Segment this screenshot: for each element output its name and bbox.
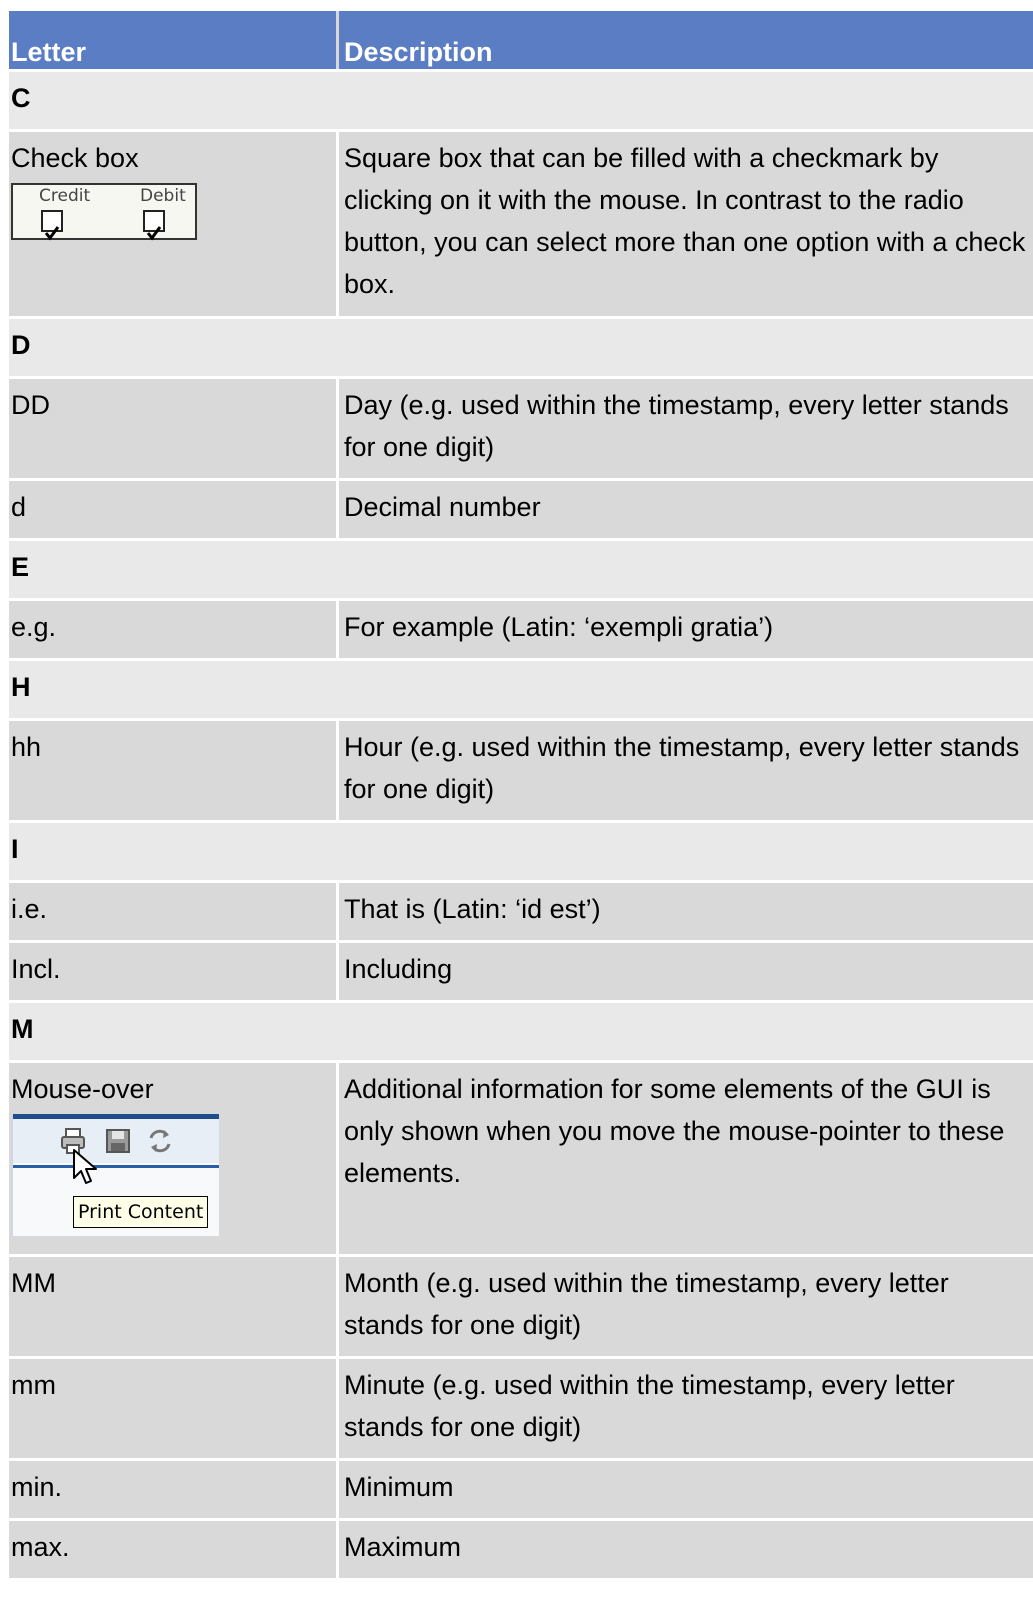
term-cell: i.e. <box>11 894 48 924</box>
table-row-max: max. Maximum <box>9 1521 1033 1581</box>
table-row-min: min. Minimum <box>9 1461 1033 1521</box>
description-cell: Maximum <box>336 1521 1033 1578</box>
section-letter: I <box>11 834 19 864</box>
description-cell: Decimal number <box>336 481 1033 538</box>
section-row-h: H <box>9 661 1033 721</box>
description-cell: Including <box>336 943 1033 1000</box>
debit-label: Debit <box>140 186 186 206</box>
table-row-eg: e.g. For example (Latin: ‘exempli gratia… <box>9 601 1033 661</box>
section-row-i: I <box>9 823 1033 883</box>
section-row-d: D <box>9 319 1033 379</box>
save-icon <box>106 1129 130 1153</box>
description-cell: Additional information for some elements… <box>336 1063 1033 1254</box>
section-letter: M <box>11 1014 34 1044</box>
description-cell: Month (e.g. used within the timestamp, e… <box>336 1257 1033 1356</box>
table-row-d: d Decimal number <box>9 481 1033 541</box>
term-cell: DD <box>11 390 50 420</box>
glossary-table: Letter Description C Check box Credit De… <box>9 11 1033 1581</box>
mouse-over-illustration: Print Content <box>11 1114 219 1236</box>
section-letter: H <box>11 672 31 702</box>
description-cell: Day (e.g. used within the timestamp, eve… <box>336 379 1033 478</box>
description-cell: Hour (e.g. used within the timestamp, ev… <box>336 721 1033 820</box>
term-cell: Check box Credit Debit <box>9 132 336 316</box>
section-row-c: C <box>9 72 1033 132</box>
credit-checkbox-icon <box>41 210 63 241</box>
table-row-ie: i.e. That is (Latin: ‘id est’) <box>9 883 1033 943</box>
term-cell: min. <box>11 1472 63 1502</box>
term-text: Check box <box>11 143 139 173</box>
description-cell: That is (Latin: ‘id est’) <box>336 883 1033 940</box>
description-column-header: Description <box>336 11 1033 69</box>
section-letter: D <box>11 330 31 360</box>
term-text: Mouse-over <box>11 1074 154 1104</box>
term-cell: hh <box>11 732 42 762</box>
section-row-e: E <box>9 541 1033 601</box>
table-row-mm-minute: mm Minute (e.g. used within the timestam… <box>9 1359 1033 1461</box>
toolbar-bottom-border <box>13 1165 219 1168</box>
table-row-mm-month: MM Month (e.g. used within the timestamp… <box>9 1257 1033 1359</box>
section-row-m: M <box>9 1003 1033 1063</box>
term-cell: d <box>11 492 27 522</box>
term-cell: Mouse-over Print Content <box>9 1063 336 1254</box>
mouse-pointer-icon <box>73 1149 97 1184</box>
term-cell: Incl. <box>11 954 61 984</box>
description-cell: For example (Latin: ‘exempli gratia’) <box>336 601 1033 658</box>
table-row-hh: hh Hour (e.g. used within the timestamp,… <box>9 721 1033 823</box>
description-cell: Square box that can be filled with a che… <box>336 132 1033 316</box>
term-cell: e.g. <box>11 612 57 642</box>
checkbox-illustration: Credit Debit <box>11 183 197 241</box>
description-cell: Minute (e.g. used within the timestamp, … <box>336 1359 1033 1458</box>
term-cell: max. <box>11 1532 70 1562</box>
table-row-check-box: Check box Credit Debit Square box that c… <box>9 132 1033 319</box>
table-row-mouse-over: Mouse-over Print Content Additional info… <box>9 1063 1033 1257</box>
term-cell: mm <box>11 1370 56 1400</box>
description-cell: Minimum <box>336 1461 1033 1518</box>
letter-column-header: Letter <box>11 37 87 67</box>
table-row-incl: Incl. Including <box>9 943 1033 1003</box>
credit-label: Credit <box>39 186 91 206</box>
table-row-dd: DD Day (e.g. used within the timestamp, … <box>9 379 1033 481</box>
section-letter: E <box>11 552 30 582</box>
debit-checkbox-icon <box>143 210 165 241</box>
table-header-row: Letter Description <box>9 11 1033 72</box>
refresh-icon <box>149 1129 171 1153</box>
term-cell: MM <box>11 1268 56 1298</box>
section-letter: C <box>11 83 31 113</box>
tooltip: Print Content <box>73 1196 209 1228</box>
